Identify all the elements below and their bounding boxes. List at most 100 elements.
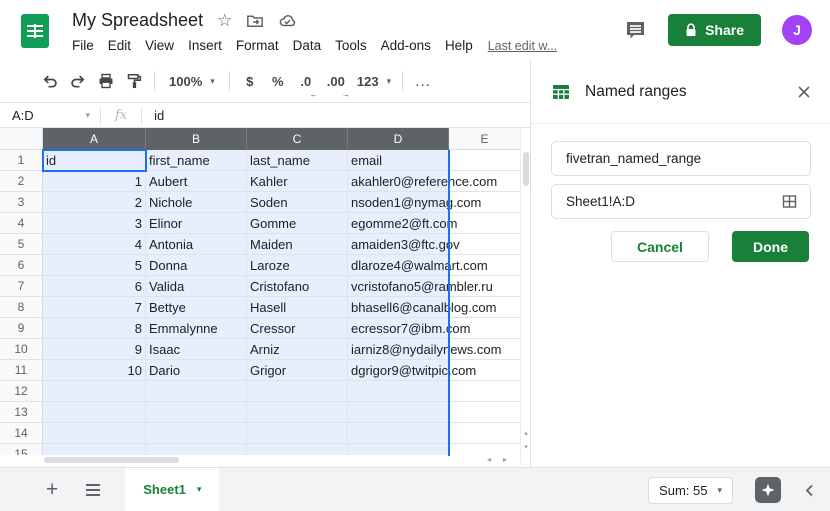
all-sheets-icon[interactable] [85,483,101,497]
cell-B2[interactable]: Aubert [146,171,247,192]
cell-B1[interactable]: first_name [146,150,247,171]
cell-C3[interactable]: Soden [247,192,348,213]
cell-A12[interactable] [43,381,146,402]
avatar[interactable]: J [782,15,812,45]
cell-D5[interactable]: amaiden3@ftc.gov [348,234,449,255]
increase-decimal-button[interactable]: .00 → [320,67,352,95]
cell-B4[interactable]: Elinor [146,213,247,234]
cell-C2[interactable]: Kahler [247,171,348,192]
cell-E13[interactable] [449,402,520,423]
format-currency-button[interactable]: $ [236,67,264,95]
cell-B6[interactable]: Donna [146,255,247,276]
cell-A2[interactable]: 1 [43,171,146,192]
column-header-d[interactable]: D [348,128,449,150]
cell-A5[interactable]: 4 [43,234,146,255]
cell-A9[interactable]: 8 [43,318,146,339]
row-header-8[interactable]: 8 [0,297,43,318]
cell-B12[interactable] [146,381,247,402]
formula-input[interactable]: id [142,108,164,123]
row-header-7[interactable]: 7 [0,276,43,297]
collapse-panel-icon[interactable] [803,483,816,498]
cell-D3[interactable]: nsoden1@nymag.com [348,192,449,213]
row-header-3[interactable]: 3 [0,192,43,213]
menu-help[interactable]: Help [438,36,480,55]
row-header-4[interactable]: 4 [0,213,43,234]
name-box[interactable]: A:D ▾ [0,108,100,123]
move-to-folder-icon[interactable] [246,12,264,30]
menu-tools[interactable]: Tools [328,36,374,55]
sum-dropdown[interactable]: Sum: 55 ▾ [648,477,733,504]
sheet-tab[interactable]: Sheet1 ▾ [125,468,219,511]
undo-icon[interactable] [36,67,64,95]
row-header-11[interactable]: 11 [0,360,43,381]
vertical-scrollbar-thumb[interactable] [523,152,529,186]
cell-D2[interactable]: akahler0@reference.com [348,171,449,192]
scroll-right-icon[interactable]: ▸ [503,455,507,465]
cell-B8[interactable]: Bettye [146,297,247,318]
format-percent-button[interactable]: % [264,67,292,95]
cell-D13[interactable] [348,402,449,423]
column-header-b[interactable]: B [146,128,247,150]
range-reference-input[interactable]: Sheet1!A:D [551,184,811,219]
cell-B5[interactable]: Antonia [146,234,247,255]
menu-edit[interactable]: Edit [101,36,138,55]
cell-B13[interactable] [146,402,247,423]
row-header-14[interactable]: 14 [0,423,43,444]
comment-icon[interactable] [624,19,647,42]
cell-E1[interactable] [449,150,520,171]
cell-D12[interactable] [348,381,449,402]
cell-A3[interactable]: 2 [43,192,146,213]
cell-D7[interactable]: vcristofano5@rambler.ru [348,276,449,297]
cell-D11[interactable]: dgrigor9@twitpic.com [348,360,449,381]
scroll-left-icon[interactable]: ◂ [487,455,491,465]
menu-add-ons[interactable]: Add-ons [374,36,438,55]
cell-D6[interactable]: dlaroze4@walmart.com [348,255,449,276]
cell-C14[interactable] [247,423,348,444]
range-name-input[interactable]: fivetran_named_range [551,141,811,176]
row-header-9[interactable]: 9 [0,318,43,339]
cell-C4[interactable]: Gomme [247,213,348,234]
cell-C11[interactable]: Grigor [247,360,348,381]
close-icon[interactable] [796,84,812,100]
row-header-6[interactable]: 6 [0,255,43,276]
cell-D4[interactable]: egomme2@ft.com [348,213,449,234]
cell-B9[interactable]: Emmalynne [146,318,247,339]
paint-format-icon[interactable] [120,67,148,95]
cell-D14[interactable] [348,423,449,444]
cell-A6[interactable]: 5 [43,255,146,276]
last-edit-link[interactable]: Last edit w... [488,39,557,53]
cell-A14[interactable] [43,423,146,444]
select-all-corner[interactable] [0,128,43,150]
cell-C7[interactable]: Cristofano [247,276,348,297]
cell-A11[interactable]: 10 [43,360,146,381]
add-sheet-button[interactable]: + [46,479,58,500]
decrease-decimal-button[interactable]: .0 ← [292,67,320,95]
cell-B14[interactable] [146,423,247,444]
cell-B7[interactable]: Valida [146,276,247,297]
cell-D1[interactable]: email [348,150,449,171]
cell-C13[interactable] [247,402,348,423]
horizontal-scrollbar-thumb[interactable] [44,457,179,463]
cancel-button[interactable]: Cancel [611,231,709,262]
row-header-1[interactable]: 1 [0,150,43,171]
cell-D9[interactable]: ecressor7@ibm.com [348,318,449,339]
zoom-select[interactable]: 100% ▾ [161,74,223,89]
cell-A7[interactable]: 6 [43,276,146,297]
cell-C6[interactable]: Laroze [247,255,348,276]
cell-A8[interactable]: 7 [43,297,146,318]
cell-B10[interactable]: Isaac [146,339,247,360]
cell-A13[interactable] [43,402,146,423]
cell-B3[interactable]: Nichole [146,192,247,213]
cell-E14[interactable] [449,423,520,444]
sheets-logo-icon[interactable] [20,13,50,49]
cell-C8[interactable]: Hasell [247,297,348,318]
cell-D10[interactable]: iarniz8@nydailynews.com [348,339,449,360]
menu-file[interactable]: File [65,36,101,55]
vertical-scrollbar[interactable]: ▴ ▾ [520,128,530,465]
cell-C5[interactable]: Maiden [247,234,348,255]
cell-C12[interactable] [247,381,348,402]
share-button[interactable]: Share [668,14,761,46]
document-title[interactable]: My Spreadsheet [72,10,203,31]
explore-button[interactable] [755,477,781,503]
print-icon[interactable] [92,67,120,95]
